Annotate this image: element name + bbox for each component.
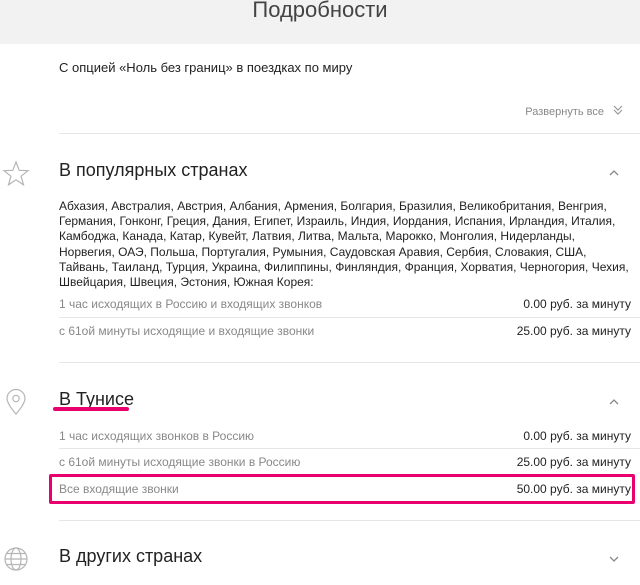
highlight-underline: [53, 407, 129, 411]
star-icon: [2, 160, 30, 188]
rate-label: с 61ой минуты исходящие и входящие звонк…: [59, 324, 315, 338]
rate-row: 1 час исходящих звонков в Россию 0.00 ру…: [59, 429, 631, 443]
rate-label: 1 час исходящих в Россию и входящих звон…: [59, 297, 323, 311]
option-subtitle: С опцией «Ноль без границ» в поездках по…: [59, 60, 353, 75]
globe-icon: [2, 545, 30, 573]
rate-row: 1 час исходящих в Россию и входящих звон…: [59, 297, 631, 311]
rate-value: 0.00 руб. за минуту: [523, 297, 631, 311]
divider: [59, 448, 640, 449]
rate-value: 25.00 руб. за минуту: [516, 324, 631, 338]
expand-all-label: Развернуть все: [525, 105, 604, 118]
popular-countries-list: Абхазия, Австралия, Австрия, Албания, Ар…: [59, 199, 629, 290]
divider: [59, 362, 640, 363]
chevron-up-icon[interactable]: [608, 395, 620, 407]
chevron-up-icon[interactable]: [608, 166, 620, 178]
rate-row: с 61ой минуты исходящие звонки в Россию …: [59, 455, 631, 469]
highlight-box: [49, 474, 635, 504]
rate-label: 1 час исходящих звонков в Россию: [59, 429, 255, 443]
rate-value: 25.00 руб. за минуту: [516, 455, 631, 469]
divider: [59, 133, 640, 134]
page-title: Подробности: [252, 0, 388, 22]
rate-row: с 61ой минуты исходящие и входящие звонк…: [59, 324, 631, 338]
section-title-other[interactable]: В других странах: [59, 546, 202, 567]
expand-all-button[interactable]: Развернуть все: [525, 104, 624, 119]
rate-value: 0.00 руб. за минуту: [523, 429, 631, 443]
page-header: Подробности: [0, 0, 640, 44]
rate-label: с 61ой минуты исходящие звонки в Россию: [59, 455, 301, 469]
divider: [59, 317, 640, 318]
double-chevron-down-icon: [612, 104, 624, 119]
chevron-down-icon[interactable]: [608, 552, 620, 564]
divider: [59, 520, 640, 521]
section-title-popular[interactable]: В популярных странах: [59, 160, 247, 181]
map-pin-icon: [2, 388, 30, 416]
